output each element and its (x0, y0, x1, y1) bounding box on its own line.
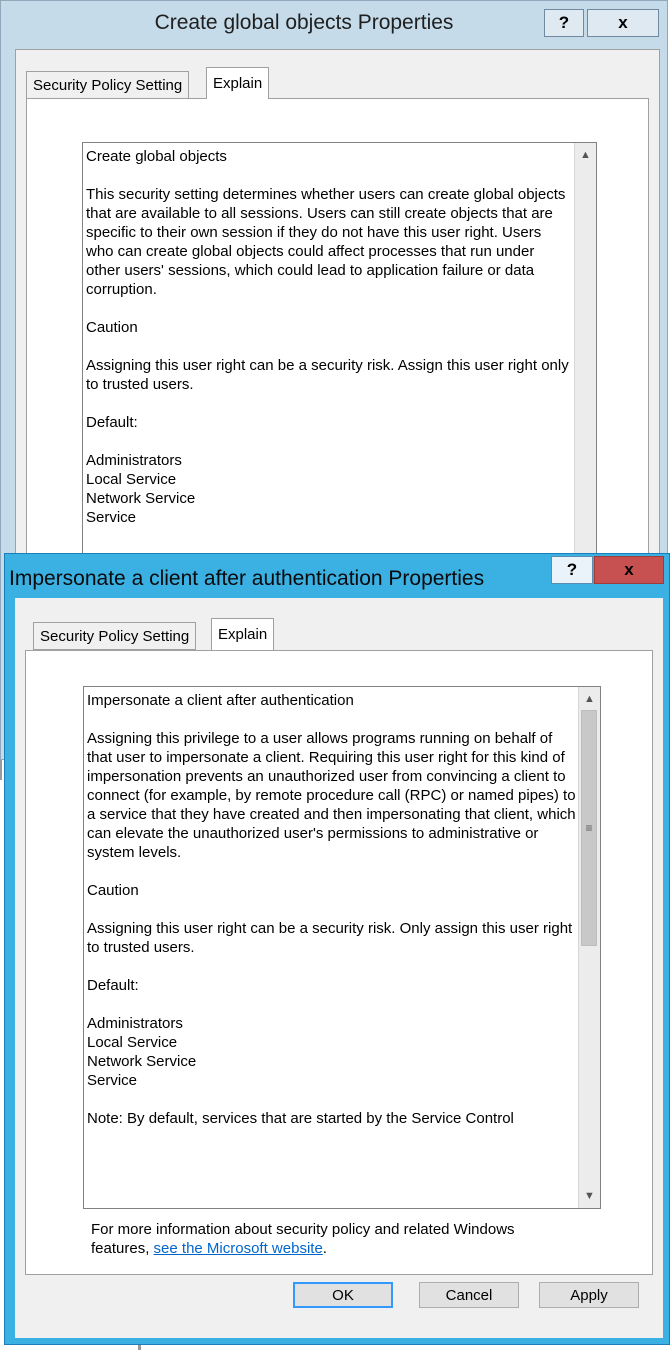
scroll-up-icon[interactable]: ▲ (579, 689, 600, 709)
cancel-button[interactable]: Cancel (419, 1282, 519, 1308)
close-button[interactable]: x (587, 9, 659, 37)
help-button[interactable]: ? (544, 9, 584, 37)
default-heading: Default: (86, 414, 138, 431)
vertical-scrollbar[interactable]: ▲ ≡ ▼ (578, 687, 600, 1208)
backdrop-edge (138, 1345, 141, 1350)
default-item: Local Service (86, 471, 177, 488)
tab-explain[interactable]: Explain (206, 67, 270, 99)
info-suffix: . (322, 1240, 327, 1257)
default-item: Service (86, 509, 137, 526)
help-button[interactable]: ? (551, 556, 593, 584)
impersonate-client-dialog: Impersonate a client after authenticatio… (4, 553, 670, 1345)
tab-explain[interactable]: Explain (211, 618, 275, 650)
dialog-title: Create global objects Properties (154, 11, 454, 34)
caution-text: Assigning this user right can be a secur… (87, 920, 573, 956)
caution-text: Assigning this user right can be a secur… (86, 357, 569, 393)
scrollbar-thumb[interactable]: ≡ (581, 710, 597, 946)
default-item: Network Service (86, 490, 196, 507)
default-item: Administrators (86, 452, 182, 469)
default-item: Network Service (87, 1053, 197, 1070)
explain-description: This security setting determines whether… (86, 186, 566, 298)
explain-heading: Create global objects (86, 148, 227, 165)
default-item: Local Service (87, 1034, 178, 1051)
tab-security-policy-setting[interactable]: Security Policy Setting (26, 71, 190, 99)
explain-heading: Impersonate a client after authenticatio… (87, 692, 354, 709)
caution-heading: Caution (87, 882, 139, 899)
default-item: Service (87, 1072, 138, 1089)
tab-security-policy-setting[interactable]: Security Policy Setting (33, 622, 197, 650)
note-text: Note: By default, services that are star… (87, 1110, 514, 1127)
default-item: Administrators (87, 1015, 183, 1032)
scroll-up-icon[interactable]: ▲ (575, 145, 596, 165)
scroll-down-icon[interactable]: ▼ (579, 1186, 600, 1206)
apply-button[interactable]: Apply (539, 1282, 639, 1308)
close-button[interactable]: x (594, 556, 664, 584)
caution-heading: Caution (86, 319, 138, 336)
explain-description: Assigning this privilege to a user allow… (87, 730, 576, 861)
more-info-text: For more information about security poli… (91, 1220, 561, 1258)
dialog-title: Impersonate a client after authenticatio… (9, 567, 485, 590)
microsoft-website-link[interactable]: see the Microsoft website (154, 1240, 323, 1257)
dialog-client-area: Security Policy Setting Explain Imperson… (15, 598, 663, 1338)
explain-textbox[interactable]: Impersonate a client after authenticatio… (83, 686, 601, 1209)
ok-button[interactable]: OK (293, 1282, 393, 1308)
default-heading: Default: (87, 977, 139, 994)
thumb-grip-icon: ≡ (585, 821, 593, 835)
